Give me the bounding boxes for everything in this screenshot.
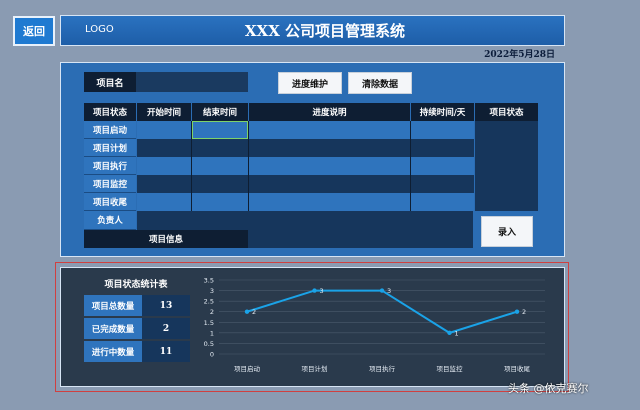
description-area[interactable] — [248, 211, 473, 248]
y-tick-label: 0.5 — [204, 340, 214, 348]
y-tick-label: 3.5 — [204, 277, 214, 285]
data-label: 3 — [387, 287, 391, 295]
date-label: 2022年5月28日 — [484, 50, 555, 60]
table-row[interactable] — [137, 157, 474, 175]
progress-maintain-button[interactable]: 进度维护 — [278, 72, 342, 94]
data-label: 1 — [455, 329, 459, 337]
y-tick-label: 2 — [210, 308, 214, 316]
y-tick-label: 2.5 — [204, 298, 214, 306]
row-label-owner: 负责人 — [84, 211, 136, 230]
stat-value: 2 — [142, 318, 190, 339]
x-tick-label: 项目执行 — [369, 364, 396, 373]
col-header-start: 开始时间 — [137, 103, 191, 121]
row-label-close: 项目收尾 — [84, 193, 136, 211]
y-tick-label: 0 — [210, 351, 214, 359]
col-header-status: 项目状态 — [84, 103, 136, 121]
data-label: 2 — [522, 308, 526, 316]
data-point — [312, 288, 317, 293]
col-header-duration: 持续时间/天 — [411, 103, 474, 121]
logo: LOGO — [85, 24, 114, 35]
project-name-input[interactable] — [136, 72, 248, 92]
column-divider — [410, 121, 411, 211]
stat-label: 进行中数量 — [84, 341, 142, 362]
data-label: 3 — [320, 287, 324, 295]
table-row[interactable] — [137, 193, 474, 211]
data-label: 2 — [252, 308, 256, 316]
row-label-monitor: 项目监控 — [84, 175, 136, 193]
data-point — [447, 330, 452, 336]
app-title: XXX 公司项目管理系统 — [244, 22, 406, 40]
stat-value: 13 — [142, 295, 190, 316]
stat-row-in-progress: 进行中数量 11 — [84, 341, 190, 362]
col-header-status-right: 项目状态 — [475, 103, 538, 121]
project-info-label: 项目信息 — [84, 230, 248, 248]
x-tick-label: 项目监控 — [437, 364, 464, 373]
data-point — [244, 309, 250, 314]
clear-data-button[interactable]: 清除数据 — [348, 72, 412, 94]
back-button[interactable]: 返回 — [13, 16, 55, 46]
row-label-plan: 项目计划 — [84, 139, 136, 157]
entry-button[interactable]: 录入 — [481, 216, 533, 247]
table-row[interactable] — [137, 175, 474, 193]
col-header-progress-desc: 进度说明 — [249, 103, 410, 121]
stat-label: 项目总数量 — [84, 295, 142, 316]
status-area — [475, 121, 538, 211]
stat-label: 已完成数量 — [84, 318, 142, 339]
column-divider — [248, 121, 249, 211]
stats-title: 项目状态统计表 — [104, 280, 168, 290]
y-tick-label: 3 — [210, 287, 214, 295]
selected-cell[interactable] — [192, 121, 248, 139]
owner-input[interactable] — [137, 211, 248, 230]
table-row[interactable] — [137, 139, 474, 157]
stat-row-total: 项目总数量 13 — [84, 295, 190, 316]
y-tick-label: 1.5 — [204, 319, 214, 327]
x-tick-label: 项目计划 — [302, 364, 328, 373]
row-label-start: 项目启动 — [84, 121, 136, 139]
col-header-end: 结束时间 — [192, 103, 248, 121]
x-tick-label: 项目启动 — [234, 364, 261, 373]
project-name-label: 项目名 — [84, 72, 136, 92]
data-point — [379, 288, 385, 293]
row-label-execute: 项目执行 — [84, 157, 136, 175]
table-row[interactable] — [137, 121, 474, 139]
status-line-chart: 0 0.5 1 1.5 2 2.5 3 3.5 项目启动 项目计划 项目执行 项目监控 项目收尾 2 3 3 1… — [204, 277, 545, 373]
stat-value: 11 — [142, 341, 190, 362]
data-point — [514, 309, 520, 314]
stat-row-completed: 已完成数量 2 — [84, 318, 190, 339]
y-tick-label: 1 — [210, 329, 214, 337]
watermark: 头条 @依克赛尔 — [508, 382, 589, 395]
x-tick-label: 项目收尾 — [504, 364, 531, 373]
